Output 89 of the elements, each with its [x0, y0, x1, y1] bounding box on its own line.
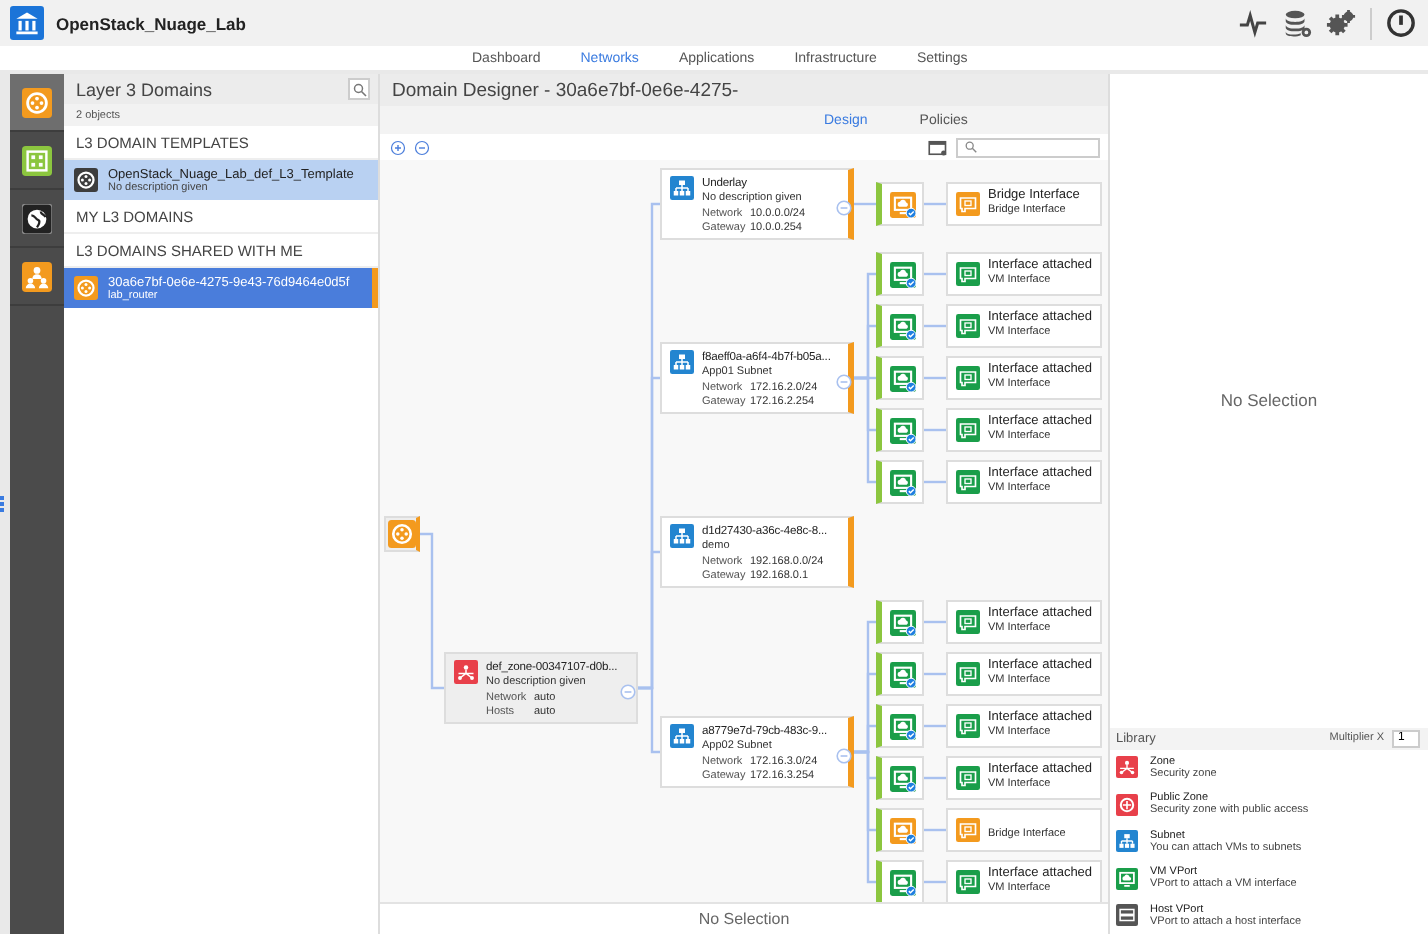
connector-line [854, 202, 876, 206]
globe-icon [1116, 793, 1138, 816]
router-template-icon [74, 168, 98, 192]
hierarchy-icon [1116, 830, 1138, 853]
grid-icon [22, 145, 52, 175]
vport-node[interactable] [876, 652, 924, 696]
monitor-check-icon [889, 313, 915, 339]
network-card-icon [956, 714, 980, 738]
network-card-icon [956, 870, 980, 894]
monitor-check-icon [889, 869, 915, 895]
monitor-check-icon [889, 817, 915, 843]
vport-node[interactable] [876, 182, 924, 226]
pulse-icon[interactable] [1238, 8, 1268, 38]
monitor-check-icon [889, 661, 915, 687]
connector-line [924, 672, 946, 676]
connector-line [924, 880, 946, 884]
connector-line [924, 724, 946, 728]
monitor-check-icon [889, 765, 915, 791]
network-card-icon [956, 470, 980, 494]
collapse-icon[interactable] [620, 684, 636, 700]
connector-line [924, 376, 946, 380]
vport-node[interactable] [876, 860, 924, 902]
monitor-check-icon [889, 365, 915, 391]
network-card-icon [956, 610, 980, 634]
collapse-icon[interactable] [836, 748, 852, 764]
network-card-icon [956, 314, 980, 338]
globe-icon [22, 203, 52, 233]
connector-line [924, 620, 946, 624]
vport-node[interactable] [876, 252, 924, 296]
app-title: OpenStack_Nuage_Lab [56, 13, 246, 33]
connector-line [924, 324, 946, 328]
network-card-icon [956, 662, 980, 686]
domain-node[interactable] [384, 516, 420, 552]
vport-node[interactable] [876, 460, 924, 504]
connector-line [924, 272, 946, 276]
vport-node[interactable] [876, 600, 924, 644]
network-card-icon [956, 262, 980, 286]
connector-line [924, 828, 946, 832]
network-card-icon [956, 192, 980, 216]
collapse-icon[interactable] [836, 200, 852, 216]
vport-node[interactable] [876, 356, 924, 400]
vport-node[interactable] [876, 304, 924, 348]
monitor-check-icon [889, 469, 915, 495]
monitor-icon [1116, 867, 1138, 890]
vport-node[interactable] [876, 808, 924, 852]
vport-node[interactable] [876, 704, 924, 748]
search-icon [351, 81, 367, 97]
network-icon [454, 660, 478, 684]
database-gear-icon[interactable] [1282, 8, 1312, 38]
people-icon [22, 261, 52, 291]
hierarchy-icon [670, 176, 694, 200]
network-card-icon [956, 418, 980, 442]
sidebar-item[interactable] [10, 74, 64, 132]
network-icon [1116, 756, 1138, 779]
connector-line [924, 202, 946, 206]
hierarchy-icon [670, 524, 694, 548]
router-icon [22, 87, 52, 117]
search-icon [964, 140, 978, 154]
hierarchy-icon [670, 724, 694, 748]
resize-handle-icon[interactable] [0, 496, 4, 512]
panel-title: Layer 3 Domains [76, 79, 215, 99]
hierarchy-icon [670, 350, 694, 374]
connector-line [924, 428, 946, 432]
search-button[interactable] [348, 78, 370, 100]
bank-logo-icon [10, 6, 44, 40]
monitor-check-icon [889, 261, 915, 287]
network-card-icon [956, 766, 980, 790]
monitor-check-icon [889, 713, 915, 739]
selection-status: No Selection [1220, 390, 1318, 411]
monitor-check-icon [889, 417, 915, 443]
monitor-check-icon [889, 609, 915, 635]
vport-node[interactable] [876, 408, 924, 452]
connector-line [924, 776, 946, 780]
network-card-icon [956, 818, 980, 842]
selection-status: No Selection [698, 910, 790, 928]
vport-node[interactable] [876, 756, 924, 800]
monitor-check-icon [889, 191, 915, 217]
network-card-icon [956, 366, 980, 390]
server-icon [1116, 904, 1138, 927]
zoom-in-icon[interactable] [390, 139, 406, 155]
collapse-icon[interactable] [836, 374, 852, 390]
search-field[interactable] [956, 137, 1100, 157]
power-icon[interactable] [1386, 8, 1416, 38]
zoom-out-icon[interactable] [414, 139, 430, 155]
screenshot-icon[interactable] [928, 137, 948, 157]
connector-line [924, 480, 946, 484]
router-icon [74, 276, 98, 300]
router-icon [388, 520, 416, 548]
gears-icon[interactable] [1326, 8, 1356, 38]
